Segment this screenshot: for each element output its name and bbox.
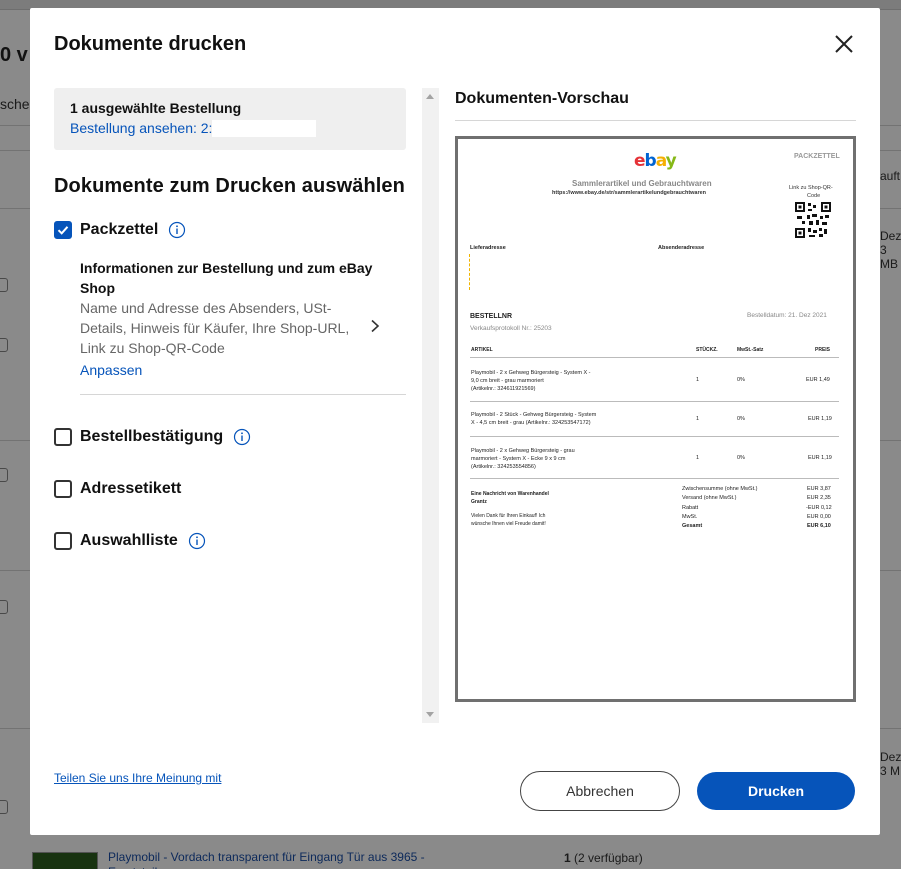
- close-icon: [835, 35, 853, 53]
- packzettel-details[interactable]: Informationen zur Bestellung und zum eBa…: [80, 258, 380, 380]
- packzettel-checkbox[interactable]: [54, 221, 72, 239]
- scroll-down-arrow-icon[interactable]: [426, 712, 434, 717]
- doc-row-vat: 0%: [737, 377, 745, 383]
- document-preview: ebay PACKZETTEL Sammlerartikel und Gebra…: [455, 136, 856, 702]
- packzettel-label: Packzettel: [80, 221, 159, 238]
- option-pick-list[interactable]: Auswahlliste: [54, 530, 206, 552]
- customize-link[interactable]: Anpassen: [80, 360, 142, 380]
- doc-total-label: Versand (ohne MwSt.): [682, 495, 737, 501]
- doc-col-item: ARTIKEL: [471, 347, 493, 353]
- preview-title: Dokumenten-Vorschau: [455, 90, 629, 107]
- doc-total-value: EUR 2,35: [807, 495, 831, 501]
- option-order-confirmation[interactable]: Bestellbestätigung: [54, 426, 251, 448]
- packing-slip-preview: ebay PACKZETTEL Sammlerartikel und Gebra…: [458, 139, 853, 699]
- pick-list-label: Auswahlliste: [80, 532, 178, 549]
- doc-total-value: EUR 0,00: [807, 514, 831, 520]
- print-button[interactable]: Drucken: [697, 772, 855, 810]
- option-packzettel[interactable]: Packzettel: [54, 219, 186, 241]
- close-button[interactable]: [830, 30, 858, 58]
- doc-total-label: Zwischensumme (ohne MwSt.): [682, 486, 758, 492]
- preview-divider: [455, 120, 856, 121]
- dialog-title: Dokumente drucken: [54, 33, 247, 55]
- address-label-checkbox[interactable]: [54, 480, 72, 498]
- view-order-link[interactable]: Bestellung ansehen: 2:: [70, 120, 212, 136]
- doc-message-title: Eine Nachricht von Warenhandel: [471, 491, 549, 497]
- doc-table-divider: [470, 478, 839, 479]
- options-scrollbar[interactable]: [422, 88, 439, 723]
- doc-type-label: PACKZETTEL: [794, 153, 840, 160]
- doc-shop-url: https://www.ebay.de/str/sammlerartikelun…: [552, 190, 707, 196]
- info-icon[interactable]: [168, 221, 186, 239]
- doc-table-divider: [470, 401, 839, 402]
- doc-total-label: MwSt.: [682, 514, 698, 520]
- divider: [80, 394, 406, 395]
- chevron-right-icon[interactable]: [368, 319, 382, 333]
- cancel-button[interactable]: Abbrechen: [520, 771, 680, 811]
- doc-total-value: -EUR 0,12: [806, 505, 832, 511]
- doc-col-vat: MwSt.-Satz: [737, 347, 764, 353]
- doc-row-item: Playmobil - 2 Stück - Gehweg Bürgersteig…: [471, 412, 597, 426]
- doc-total-label: Gesamt: [682, 523, 703, 529]
- doc-row-price: EUR 1,49: [806, 377, 830, 383]
- print-documents-dialog: Dokumente drucken 1 ausgewählte Bestellu…: [30, 8, 880, 835]
- doc-row-vat: 0%: [737, 455, 745, 461]
- pick-list-checkbox[interactable]: [54, 532, 72, 550]
- doc-address-placeholder: [469, 254, 470, 290]
- doc-total-label: Rabatt: [682, 505, 699, 511]
- doc-order-date: Bestelldatum: 21. Dez 2021: [747, 312, 827, 319]
- doc-ship-to-label: Lieferadresse: [470, 245, 506, 251]
- feedback-link[interactable]: Teilen Sie uns Ihre Meinung mit: [54, 771, 221, 785]
- doc-col-qty: STÜCKZ.: [696, 347, 718, 353]
- address-label-label: Adressetikett: [80, 480, 182, 497]
- doc-message-body: Vielen Dank für Ihren Einkauf! Ich: [471, 513, 546, 519]
- doc-col-price: PREIS: [815, 347, 831, 353]
- info-icon[interactable]: [233, 428, 251, 446]
- doc-qr-label: Link zu Shop-QR-: [789, 185, 833, 191]
- selected-orders-count: 1 ausgewählte Bestellung: [70, 100, 242, 116]
- option-address-label[interactable]: Adressetikett: [54, 478, 181, 500]
- checkmark-icon: [57, 226, 69, 235]
- order-confirmation-checkbox[interactable]: [54, 428, 72, 446]
- packzettel-detail-description: Name und Adresse des Absenders, USt-Deta…: [80, 300, 350, 356]
- doc-sender-label: Absenderadresse: [658, 245, 705, 251]
- ebay-logo: ebay: [634, 151, 677, 171]
- order-confirmation-label: Bestellbestätigung: [80, 428, 224, 445]
- view-order-row: Bestellung ansehen: 2:: [70, 120, 390, 137]
- doc-total-value: EUR 3,87: [807, 486, 831, 492]
- doc-shop-name: Sammlerartikel und Gebrauchtwaren: [572, 179, 712, 188]
- doc-row-item: Playmobil - 2 x Gehweg Bürgersteig - gra…: [471, 448, 575, 470]
- doc-message-title: Grantz: [471, 499, 487, 505]
- doc-row-qty: 1: [696, 455, 700, 461]
- doc-sales-record: Verkaufsprotokoll Nr.: 25203: [470, 325, 552, 332]
- doc-qr-label: Code: [807, 193, 821, 199]
- doc-total-value: EUR 6,10: [807, 523, 831, 529]
- redacted-order-number: [212, 120, 317, 137]
- section-title: Dokumente zum Drucken auswählen: [54, 175, 405, 197]
- doc-table-divider: [470, 357, 839, 358]
- qr-code-icon: [795, 202, 831, 238]
- doc-row-vat: 0%: [737, 416, 745, 422]
- doc-row-qty: 1: [696, 416, 700, 422]
- scroll-up-arrow-icon[interactable]: [426, 94, 434, 99]
- doc-order-label: BESTELLNR: [470, 313, 512, 320]
- doc-row-price: EUR 1,19: [808, 455, 832, 461]
- packzettel-detail-heading: Informationen zur Bestellung und zum eBa…: [80, 260, 373, 296]
- doc-row-qty: 1: [696, 377, 700, 383]
- doc-row-price: EUR 1,19: [808, 416, 832, 422]
- order-summary: 1 ausgewählte Bestellung Bestellung anse…: [54, 88, 406, 150]
- doc-row-item: Playmobil - 2 x Gehweg Bürgersteig - Sys…: [471, 370, 591, 392]
- doc-table-divider: [470, 436, 839, 437]
- info-icon[interactable]: [188, 532, 206, 550]
- doc-message-body: wünsche Ihnen viel Freude damit!: [471, 521, 546, 527]
